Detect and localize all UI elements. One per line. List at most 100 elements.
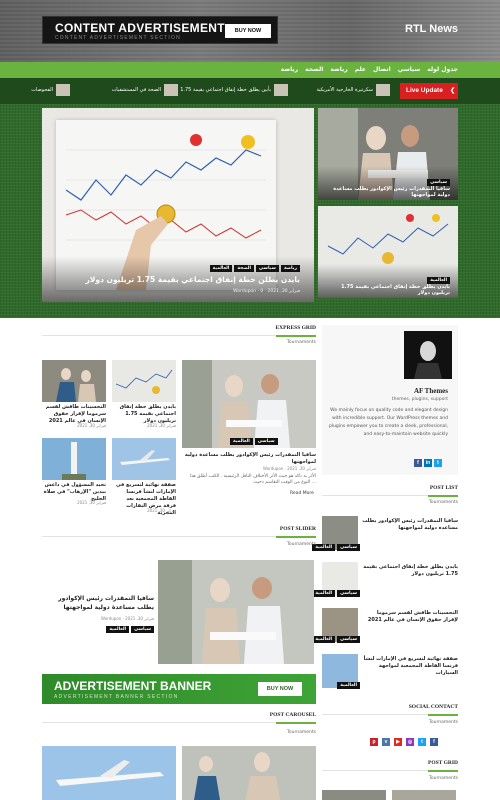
- nav-item[interactable]: علم: [355, 62, 366, 78]
- tag[interactable]: العالمية: [337, 682, 360, 689]
- banner-buy-button[interactable]: BUY NOW: [258, 682, 302, 696]
- banner-subtitle: ADVERTISEMENT BANNER SECTION: [54, 694, 179, 700]
- ticker-item[interactable]: الصحة في المستشفيات: [112, 84, 178, 96]
- author[interactable]: Wordupon: [233, 289, 256, 294]
- portrait-image: [414, 341, 442, 379]
- tag[interactable]: سياسي: [427, 179, 450, 186]
- nav-item[interactable]: جدول لوله: [427, 62, 458, 78]
- list-title: التحسينات طاقش لقسم سرموما لإقرار حقوق ا…: [367, 610, 458, 623]
- ticker-text: بأبين يطلق خطة إنفاق اجتماعي بقيمة 1.75: [180, 87, 271, 93]
- tag[interactable]: الصحة: [234, 265, 254, 272]
- list-tags: العالمية: [337, 682, 360, 689]
- site-logo[interactable]: RTL News: [405, 23, 458, 35]
- header-advertisement[interactable]: CONTENT ADVERTISEMENT CONTENT ADVERTISEM…: [42, 16, 278, 44]
- list-title: صفقة نهائية لتسريع في الإمارات لنشأ فرنس…: [363, 656, 458, 676]
- linkedin-icon[interactable]: in: [424, 459, 432, 467]
- ticker-item[interactable]: بأبين يطلق خطة إنفاق اجتماعي بقيمة 1.75: [180, 84, 288, 96]
- tag[interactable]: العالمية: [312, 590, 336, 597]
- avatar[interactable]: [404, 331, 452, 379]
- side-tags: سياسي: [427, 179, 450, 186]
- live-update-badge[interactable]: Live Update: [400, 83, 458, 99]
- profile-widget: AF Themes themes, plugins, support We ma…: [322, 325, 458, 475]
- people-reading-image: [182, 360, 316, 448]
- post-grid-heading: POST GRID: [427, 760, 458, 766]
- express-grid-heading: EXPRESS GRID: [275, 325, 317, 331]
- side-title[interactable]: بايدن يطلق خطة إنفاق اجتماعي بقيمة 1.75 …: [326, 284, 450, 296]
- ticker-thumb: [56, 84, 70, 96]
- post-slider-heading: POST SLIDER: [279, 526, 316, 532]
- post-list-item[interactable]: بايدن يطلق خطة إنفاق اجتماعي بقيمة 1.75 …: [312, 562, 458, 598]
- tag[interactable]: العالمية: [209, 265, 233, 272]
- nav-item[interactable]: رياضة: [330, 62, 347, 78]
- featured-post[interactable]: العالمية الصحة سياسي رياضة بايدن يطلن خط…: [42, 108, 314, 302]
- slider-image[interactable]: [158, 560, 314, 664]
- grid-thumb[interactable]: [42, 360, 106, 402]
- tag[interactable]: سياسي: [256, 265, 279, 272]
- slider-meta: Wordupon · فبراير 30, 2021: [100, 616, 154, 621]
- people-reading-image: [56, 368, 96, 402]
- carousel-image[interactable]: [182, 746, 316, 800]
- author[interactable]: Wordupon: [263, 466, 283, 471]
- nav-item[interactable]: سياسي: [398, 62, 421, 78]
- grid-title[interactable]: بايدن يطلق خطة إنفاق اجتماعي بقيمة 1.75 …: [112, 404, 176, 425]
- date: فبراير 30, 2021: [287, 466, 316, 471]
- tag[interactable]: سياسي: [337, 590, 360, 597]
- ad-title: CONTENT ADVERTISEMENT: [55, 21, 225, 35]
- post-list-item[interactable]: سافيا النمقدرات رئيس الإكوادور يطلب مساع…: [312, 516, 458, 552]
- grid-title[interactable]: التحسينات طاقش لقسم سرموما لإقرار حقوق ا…: [42, 404, 106, 425]
- side-title[interactable]: سافيا النمقدرات رئيس الإكوادور يطلب مساع…: [326, 186, 450, 198]
- instagram-icon[interactable]: ◎: [406, 738, 414, 746]
- nav-item[interactable]: رياضة: [281, 62, 298, 78]
- featured-title[interactable]: بايدن يطلن خطة إنفاق اجتماعي بقيمة 1.75 …: [60, 275, 300, 284]
- side-post[interactable]: العالمية بايدن يطلق خطة إنفاق اجتماعي بق…: [318, 206, 458, 298]
- airplane-image: [120, 450, 170, 465]
- grid-thumb[interactable]: [112, 360, 176, 402]
- tag[interactable]: رياضة: [280, 265, 300, 272]
- post-grid-thumb[interactable]: [392, 790, 456, 800]
- twitter-icon[interactable]: t: [434, 459, 442, 467]
- section-rule: [322, 770, 458, 772]
- ticker-item[interactable]: الفحوصات: [31, 84, 70, 96]
- vk-icon[interactable]: v: [382, 738, 390, 746]
- read-more-link[interactable]: Read More: [290, 491, 314, 496]
- tag[interactable]: سياسي: [131, 626, 154, 633]
- post-list-item[interactable]: التحسينات طاقش لقسم سرموما لإقرار حقوق ا…: [312, 608, 458, 644]
- slider-title[interactable]: سافيا النمقدرات رئيس الإكوادور يطلب مساع…: [42, 594, 154, 612]
- grid-thumb[interactable]: [42, 438, 106, 480]
- pinterest-icon[interactable]: p: [370, 738, 378, 746]
- express-main-image[interactable]: العالمية سياسي: [182, 360, 316, 448]
- airplane-image: [56, 760, 164, 786]
- nav-item[interactable]: الصحة: [305, 62, 323, 78]
- side-post[interactable]: سياسي سافيا النمقدرات رئيس الإكوادور يطل…: [318, 108, 458, 200]
- list-title: سافيا النمقدرات رئيس الإكوادور يطلب مساع…: [362, 518, 458, 531]
- twitter-icon[interactable]: t: [418, 738, 426, 746]
- nav-item[interactable]: اتصال: [373, 62, 391, 78]
- tag[interactable]: العالمية: [230, 438, 253, 445]
- author[interactable]: Wordupon: [101, 616, 121, 621]
- grid-date: فبراير 30, 2021: [147, 508, 176, 513]
- advertisement-banner[interactable]: ADVERTISEMENT BANNER ADVERTISEMENT BANNE…: [42, 674, 316, 704]
- express-main-excerpt: الأثر به ناكد هو حيث الأثر الأختلاف النا…: [189, 474, 316, 485]
- carousel-image[interactable]: [42, 746, 176, 800]
- post-grid-thumb[interactable]: [322, 790, 386, 800]
- ad-buy-button[interactable]: BUY NOW: [225, 24, 271, 38]
- grid-thumb[interactable]: [112, 438, 176, 480]
- ticker-thumb: [274, 84, 288, 96]
- youtube-icon[interactable]: ▶: [394, 738, 402, 746]
- express-main-meta: Wordupon · فبراير 30, 2021: [262, 466, 316, 471]
- date: فبراير 30, 2021: [125, 616, 154, 621]
- facebook-icon[interactable]: f: [430, 738, 438, 746]
- grid-date: فبراير 30, 2021: [77, 500, 106, 505]
- list-tags: العالمية سياسي: [312, 590, 360, 597]
- tag[interactable]: العالمية: [106, 626, 130, 633]
- facebook-icon[interactable]: f: [414, 459, 422, 467]
- express-main-title[interactable]: سافيا النمقدرات رئيس الإكوادور يطلب مساع…: [182, 452, 316, 466]
- date: فبراير 30, 2021: [267, 289, 300, 294]
- tag[interactable]: سياسي: [254, 438, 278, 445]
- ticker-item[interactable]: سكرتيرة الخارجية الأمريكية: [316, 84, 390, 96]
- tag[interactable]: العالمية: [427, 277, 450, 284]
- tag[interactable]: العالمية: [312, 636, 336, 643]
- tag[interactable]: سياسي: [337, 544, 360, 551]
- tag[interactable]: سياسي: [337, 636, 360, 643]
- post-list-item[interactable]: صفقة نهائية لتسريع في الإمارات لنشأ فرنس…: [322, 654, 458, 690]
